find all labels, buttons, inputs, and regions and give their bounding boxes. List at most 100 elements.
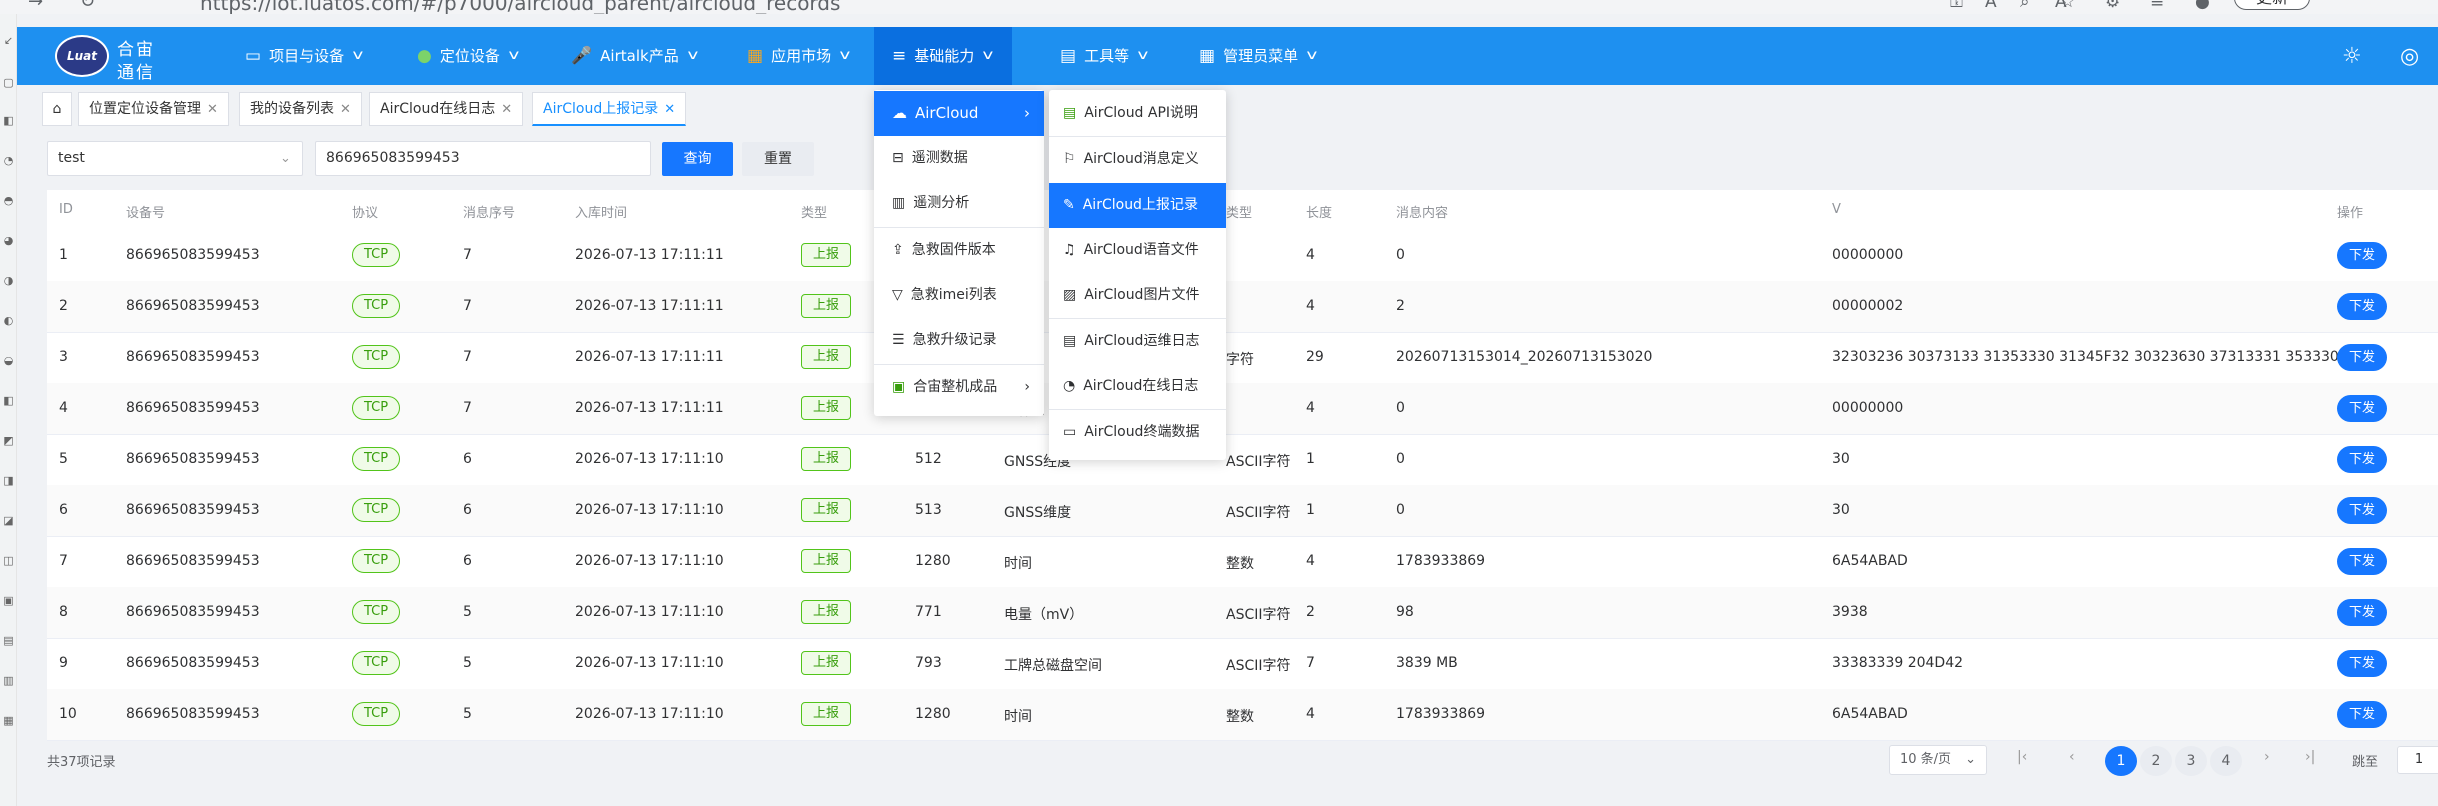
menu-item-aircloud-records[interactable]: ✎ AirCloud上报记录 (1049, 183, 1226, 228)
query-button[interactable]: 查询 (662, 142, 733, 176)
tab-aircloud-online-log[interactable]: AirCloud在线日志 ✕ (369, 92, 524, 126)
close-icon[interactable]: ✕ (664, 102, 675, 117)
sidebar-app-icon[interactable]: ◧ (0, 394, 17, 407)
favorites-icon[interactable]: ≡ (2150, 0, 2164, 12)
send-button[interactable]: 下发 (2337, 701, 2387, 728)
sidebar-app-icon[interactable]: ▣ (0, 594, 17, 607)
cell-imei: 866965083599453 (126, 553, 260, 569)
page-2[interactable]: 2 (2140, 746, 2172, 776)
extensions-icon[interactable]: ⚙ (2105, 0, 2120, 12)
reload-icon[interactable]: ↻ (80, 0, 95, 12)
reset-button[interactable]: 重置 (742, 142, 814, 176)
star-icon[interactable]: ☆ (2060, 0, 2075, 12)
sidebar-pin-icon[interactable]: ↙ (0, 34, 17, 47)
table-row: 5 866965083599453 TCP 6 2026-07-13 17:11:10 上… (47, 434, 2438, 486)
nav-item-projects[interactable]: ▭ 项目与设备 v (235, 27, 372, 85)
image-icon: ▣ (892, 379, 906, 395)
menu-item-aircloud-ops-log[interactable]: ▤ AirCloud运维日志 (1049, 319, 1226, 364)
user-avatar-icon[interactable]: ◎ (2400, 44, 2419, 69)
jump-input[interactable]: 1 (2397, 746, 2438, 774)
send-button[interactable]: 下发 (2337, 446, 2387, 473)
location-pin-icon: ● (417, 46, 432, 66)
basic-capability-menu: ☁ AirCloud › ⊟ 遥测数据 ▥ 遥测分析 ⇪ 急救固件版本 ▽ 急救imei列表… (874, 90, 1044, 416)
theme-toggle-icon[interactable]: ☼ (2342, 44, 2362, 69)
key-icon[interactable]: ⚿ (1950, 0, 1963, 12)
menu-item-aircloud[interactable]: ☁ AirCloud › (874, 91, 1044, 136)
send-button[interactable]: 下发 (2337, 497, 2387, 524)
project-select[interactable]: test ⌄ (47, 141, 303, 176)
forward-icon[interactable]: → (28, 0, 43, 12)
nav-item-tools[interactable]: ▤ 工具等 v (1050, 27, 1157, 85)
table-row: 6 866965083599453 TCP 6 2026-07-13 17:11:10 上… (47, 485, 2438, 537)
menu-item-aircloud-online-log[interactable]: ◔ AirCloud在线日志 (1049, 364, 1226, 409)
page-4[interactable]: 4 (2210, 746, 2242, 776)
sidebar-app-icon[interactable]: ▢ (0, 76, 17, 89)
send-button[interactable]: 下发 (2337, 650, 2387, 677)
menu-item-aircloud-terminal-data[interactable]: ▭ AirCloud终端数据 (1049, 410, 1226, 455)
sidebar-app-icon[interactable]: ◕ (0, 234, 17, 247)
menu-item-telemetry-analysis[interactable]: ▥ 遥测分析 (874, 181, 1044, 226)
brand-logo[interactable]: Luat 合宙 通信 (55, 33, 171, 83)
profile-icon[interactable]: ● (2195, 0, 2210, 12)
sidebar-app-icon[interactable]: ◫ (0, 554, 17, 567)
menu-item-rescue-imei-list[interactable]: ▽ 急救imei列表 (874, 273, 1044, 318)
tab-location-device-manage[interactable]: 位置定位设备管理 ✕ (78, 92, 229, 126)
col-id: ID (59, 202, 73, 217)
sidebar-app-icon[interactable]: ◪ (0, 514, 17, 527)
menu-item-label: AirCloud语音文件 (1083, 242, 1199, 258)
cell-imei: 866965083599453 (126, 298, 260, 314)
cell-time: 2026-07-13 17:11:10 (575, 451, 724, 467)
sidebar-app-icon[interactable]: ▥ (0, 674, 17, 687)
send-button[interactable]: 下发 (2337, 548, 2387, 575)
close-icon[interactable]: ✕ (340, 102, 351, 117)
menu-item-aircloud-voice-files[interactable]: ♫ AirCloud语音文件 (1049, 228, 1226, 273)
page-1[interactable]: 1 (2105, 746, 2137, 776)
sidebar-app-icon[interactable]: ▦ (0, 714, 17, 727)
nav-item-admin[interactable]: ▦ 管理员菜单 v (1189, 27, 1326, 85)
home-tab[interactable]: ⌂ (42, 92, 72, 126)
next-page-icon[interactable]: › (2264, 749, 2270, 765)
menu-item-rescue-firmware[interactable]: ⇪ 急救固件版本 (874, 228, 1044, 273)
sidebar-app-icon[interactable]: ◑ (0, 274, 17, 287)
translate-icon[interactable]: A (1985, 0, 1997, 12)
sidebar-app-icon[interactable]: ◔ (0, 154, 17, 167)
send-button[interactable]: 下发 (2337, 293, 2387, 320)
nav-item-airtalk[interactable]: 🎤 Airtalk产品 v (561, 27, 706, 85)
first-page-icon[interactable]: |‹ (2017, 749, 2027, 765)
device-imei-input[interactable]: 866965083599453 (315, 141, 651, 176)
menu-item-luat-products[interactable]: ▣ 合宙整机成品 › (874, 365, 1044, 410)
sidebar-app-icon[interactable]: ◨ (0, 474, 17, 487)
sidebar-app-icon[interactable]: ◓ (0, 194, 17, 207)
audio-file-icon: ♫ (1063, 242, 1076, 258)
tab-aircloud-records[interactable]: AirCloud上报记录 ✕ (532, 92, 687, 126)
tab-my-devices[interactable]: 我的设备列表 ✕ (239, 92, 362, 126)
send-button[interactable]: 下发 (2337, 242, 2387, 269)
sidebar-app-icon[interactable]: ◩ (0, 434, 17, 447)
zoom-icon[interactable]: ⌕ (2020, 0, 2030, 12)
last-page-icon[interactable]: ›| (2305, 749, 2315, 765)
send-button[interactable]: 下发 (2337, 599, 2387, 626)
update-button[interactable]: 更新 (2234, 0, 2310, 10)
nav-item-basic-capability[interactable]: ≡ 基础能力 v (874, 27, 1012, 85)
menu-item-rescue-upgrade-records[interactable]: ☰ 急救升级记录 (874, 318, 1044, 363)
prev-page-icon[interactable]: ‹ (2069, 749, 2075, 765)
page-3[interactable]: 3 (2175, 746, 2207, 776)
sidebar-app-icon[interactable]: ◒ (0, 354, 17, 367)
menu-item-aircloud-picture-files[interactable]: ▨ AirCloud图片文件 (1049, 273, 1226, 318)
menu-item-aircloud-api[interactable]: ▤ AirCloud API说明 (1049, 91, 1226, 136)
sidebar-app-icon[interactable]: ▤ (0, 634, 17, 647)
address-bar[interactable]: https://iot.luatos.com/#/p7000/aircloud_… (200, 0, 840, 14)
aircloud-submenu: ▤ AirCloud API说明 ⚐ AirCloud消息定义 ✎ AirCloud上… (1049, 90, 1226, 460)
sidebar-app-icon[interactable]: ◐ (0, 314, 17, 327)
sidebar-app-icon[interactable]: ◧ (0, 114, 17, 127)
send-button[interactable]: 下发 (2337, 395, 2387, 422)
close-icon[interactable]: ✕ (207, 102, 218, 117)
page-size-select[interactable]: 10 条/页 ⌄ (1889, 745, 1987, 775)
menu-item-telemetry-data[interactable]: ⊟ 遥测数据 (874, 136, 1044, 181)
nav-item-location[interactable]: ● 定位设备 v (407, 27, 528, 85)
send-button[interactable]: 下发 (2337, 344, 2387, 371)
close-icon[interactable]: ✕ (501, 102, 512, 117)
nav-item-app-market[interactable]: ▦ 应用市场 v (737, 27, 859, 85)
menu-item-aircloud-message-def[interactable]: ⚐ AirCloud消息定义 (1049, 137, 1226, 182)
cell-id: 2 (59, 298, 68, 314)
